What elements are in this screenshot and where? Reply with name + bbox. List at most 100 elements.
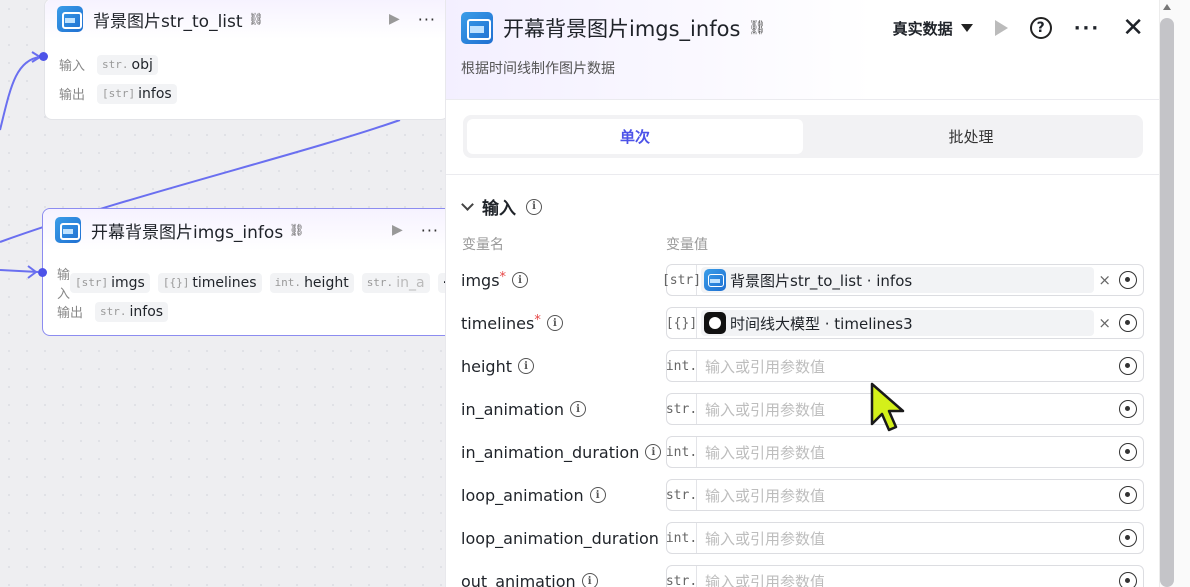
param-value-field[interactable]: [{}] 时间线大模型 · timelines3 × (666, 307, 1144, 339)
param-value-field[interactable]: str. 输入或引用参数值 (666, 565, 1144, 587)
param-value-field[interactable]: [str] 背景图片str_to_list · infos × (662, 264, 1144, 296)
panel-description: 根据时间线制作图片数据 (461, 61, 615, 77)
panel-title: 开幕背景图片imgs_infos (503, 17, 741, 41)
param-row-loop-animation-duration: loop_animation_duration int. 输入或引用参数值 (461, 522, 1144, 554)
reference-value[interactable]: 背景图片str_to_list · infos (701, 267, 1095, 293)
required-marker: * (499, 269, 507, 285)
run-node-icon[interactable]: ▶ (389, 11, 400, 27)
panel-header: 开幕背景图片imgs_infos ⛓ 真实数据 ? ··· ✕ 根据时间线制作图… (446, 0, 1159, 100)
type-badge: int. (666, 437, 697, 467)
param-row-height: height i int. 输入或引用参数值 (461, 350, 1144, 382)
more-params-chip[interactable]: ··· (437, 272, 445, 293)
param-chip: [str] imgs (70, 272, 150, 293)
image-tool-icon (461, 12, 493, 44)
link-icon: ⛓ (248, 12, 264, 26)
edge-to-node1 (0, 56, 41, 131)
param-name: imgs (461, 270, 500, 290)
param-chip: [str] infos (97, 83, 177, 104)
param-name: loop_animation_duration (461, 528, 659, 548)
param-row-timelines: timelines * i [{}] 时间线大模型 · timelines3 × (461, 307, 1144, 339)
more-button[interactable]: ··· (1074, 18, 1101, 39)
reference-picker-icon[interactable] (1119, 357, 1137, 375)
chevron-down-icon (461, 197, 474, 211)
info-icon[interactable]: i (518, 358, 534, 374)
more-icon[interactable]: ··· (418, 10, 436, 29)
param-name: in_animation (461, 399, 565, 419)
node-background-str-to-list[interactable]: 背景图片str_to_list ⛓ ▶ ··· 输入 str. obj 输出 [s… (44, 0, 445, 120)
value-placeholder[interactable]: 输入或引用参数值 (697, 571, 1119, 587)
reference-picker-icon[interactable] (1119, 443, 1137, 461)
info-icon[interactable]: i (589, 487, 606, 503)
help-button[interactable]: ? (1029, 17, 1052, 39)
required-marker: * (534, 312, 541, 328)
info-icon[interactable]: i (645, 444, 662, 460)
node-input-row: 输入 str. obj (45, 50, 445, 79)
more-icon[interactable]: ··· (421, 221, 439, 240)
run-node-icon[interactable]: ▶ (392, 222, 403, 238)
run-mode-tabs: 单次 批处理 (463, 115, 1143, 158)
node-header: 背景图片str_to_list ⛓ ▶ ··· (45, 0, 445, 39)
image-tool-icon (55, 217, 81, 243)
type-badge: str. (666, 480, 697, 510)
param-row-out-animation: out_animation i str. 输入或引用参数值 (461, 565, 1144, 587)
input-port[interactable] (38, 268, 47, 277)
clear-icon[interactable]: × (1098, 271, 1111, 289)
value-placeholder[interactable]: 输入或引用参数值 (697, 485, 1119, 506)
value-placeholder[interactable]: 输入或引用参数值 (697, 528, 1119, 549)
param-value-field[interactable]: int. 输入或引用参数值 (666, 522, 1144, 554)
info-icon[interactable]: i (546, 315, 563, 331)
param-name: timelines (461, 313, 535, 333)
param-row-in-animation-duration: in_animation_duration i int. 输入或引用参数值 (461, 436, 1144, 468)
param-value-field[interactable]: int. 输入或引用参数值 (666, 350, 1144, 382)
value-placeholder[interactable]: 输入或引用参数值 (697, 399, 1119, 420)
reference-picker-icon[interactable] (1119, 486, 1137, 504)
column-header-name: 变量名 (462, 237, 504, 253)
param-chip: str. in_a (361, 272, 430, 293)
run-button[interactable] (994, 20, 1008, 36)
type-badge: [str] (662, 265, 701, 295)
scrollbar-thumb[interactable] (1160, 18, 1174, 587)
param-value-field[interactable]: int. 输入或引用参数值 (666, 436, 1144, 468)
scroll-up-icon[interactable] (1163, 4, 1171, 10)
value-placeholder[interactable]: 输入或引用参数值 (697, 442, 1119, 463)
info-icon[interactable]: i (526, 198, 542, 215)
reference-picker-icon[interactable] (1119, 314, 1137, 332)
reference-picker-icon[interactable] (1119, 572, 1137, 587)
type-badge: str. (666, 394, 697, 424)
value-placeholder[interactable]: 输入或引用参数值 (697, 356, 1119, 377)
node-title: 背景图片str_to_list (93, 11, 243, 32)
type-badge: str. (666, 566, 697, 587)
node-output-row: 输出 [str] infos (45, 79, 445, 108)
clear-icon[interactable]: × (1098, 314, 1111, 332)
param-name: loop_animation (461, 485, 584, 505)
reference-picker-icon[interactable] (1119, 400, 1137, 418)
data-mode-select[interactable]: 真实数据 (893, 18, 973, 39)
info-icon[interactable]: i (581, 573, 598, 587)
param-name: in_animation_duration (461, 442, 640, 462)
reference-value[interactable]: 时间线大模型 · timelines3 (701, 310, 1095, 336)
input-section-header[interactable]: 输入 i (461, 194, 542, 219)
param-chip: str. obj (97, 54, 158, 75)
workflow-canvas[interactable]: 背景图片str_to_list ⛓ ▶ ··· 输入 str. obj 输出 [s… (0, 0, 445, 587)
param-value-field[interactable]: str. 输入或引用参数值 (666, 479, 1144, 511)
divider (446, 174, 1160, 175)
tab-batch[interactable]: 批处理 (803, 119, 1139, 154)
info-icon[interactable]: i (512, 272, 529, 288)
node-output-row: 输出 str. infos (43, 297, 445, 326)
param-name: out_animation (461, 571, 576, 587)
type-badge: [{}] (666, 308, 697, 338)
chevron-down-icon (960, 24, 973, 32)
info-icon[interactable]: i (570, 401, 587, 417)
tab-single[interactable]: 单次 (467, 119, 803, 154)
reference-picker-icon[interactable] (1119, 271, 1137, 289)
link-icon: ⛓ (289, 223, 305, 237)
reference-picker-icon[interactable] (1119, 529, 1137, 547)
node-opening-background-imgs-infos[interactable]: 开幕背景图片imgs_infos ⛓ ▶ ··· 输入 [str] imgs [{… (42, 208, 445, 336)
image-tool-icon (704, 269, 726, 291)
param-chip: str. infos (95, 301, 169, 322)
input-port[interactable] (39, 52, 48, 61)
param-chip: int. height (269, 272, 354, 293)
link-icon: ⛓ (748, 20, 767, 36)
close-button[interactable]: ✕ (1122, 15, 1144, 41)
column-header-value: 变量值 (666, 237, 708, 253)
